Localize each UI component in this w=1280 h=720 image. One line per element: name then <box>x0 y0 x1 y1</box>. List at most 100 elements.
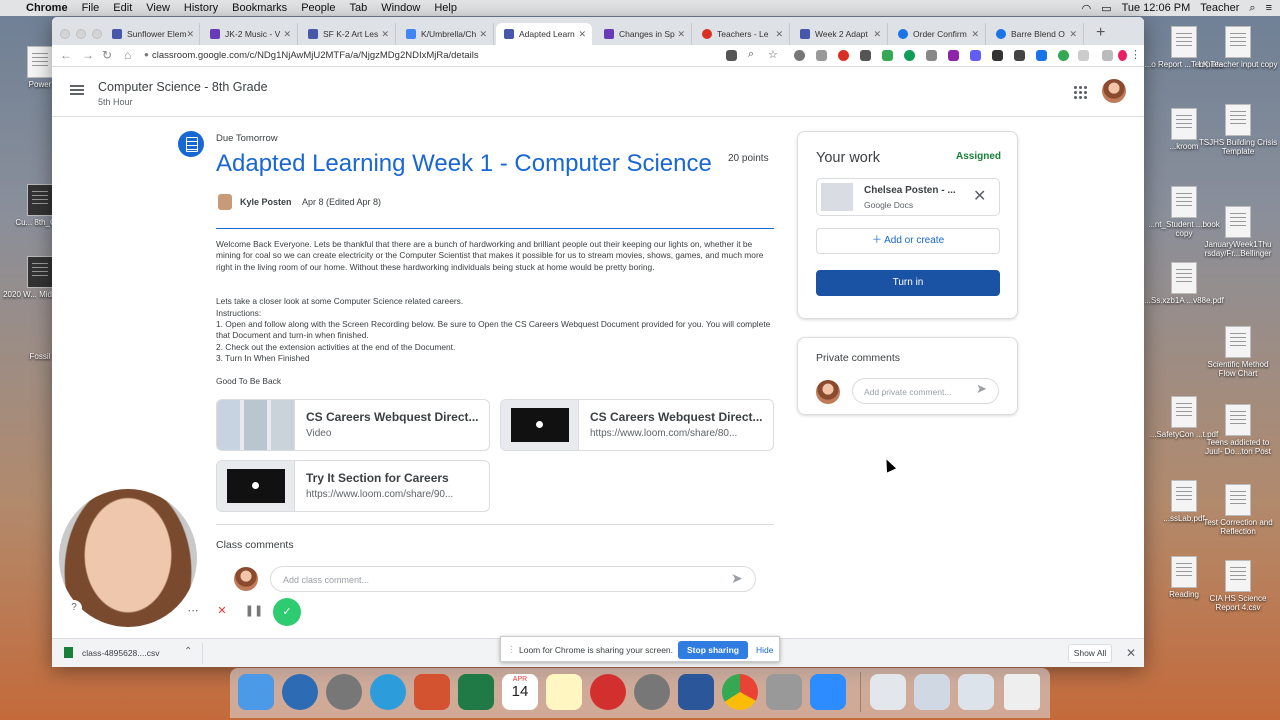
battery-icon[interactable]: ▭ <box>1101 2 1111 15</box>
tab-close-icon[interactable]: ✕ <box>873 29 881 40</box>
browser-tab[interactable]: Barre Blend O ✕ <box>988 23 1084 45</box>
tab-close-icon[interactable]: ✕ <box>283 29 291 40</box>
attachment-card[interactable]: CS Careers Webquest Direct... Video <box>216 399 490 451</box>
tab-close-icon[interactable]: ✕ <box>187 29 195 40</box>
app-icon[interactable] <box>282 674 318 710</box>
extension-icon[interactable] <box>794 50 805 61</box>
menu-history[interactable]: History <box>184 2 218 14</box>
menu-clock[interactable]: Tue 12:06 PM <box>1122 2 1191 14</box>
turn-in-button[interactable]: Turn in <box>816 270 1000 296</box>
powerpoint-icon[interactable] <box>414 674 450 710</box>
browser-tab[interactable]: Changes in Sp ✕ <box>596 23 692 45</box>
browser-tab[interactable]: Order Confirm ✕ <box>890 23 986 45</box>
extension-icon[interactable] <box>882 50 893 61</box>
browser-tab[interactable]: SF K-2 Art Les ✕ <box>300 23 396 45</box>
hide-button[interactable]: Hide <box>756 645 773 655</box>
lock-icon[interactable]: ● <box>144 50 149 59</box>
google-apps-icon[interactable] <box>1073 85 1087 99</box>
stop-sharing-button[interactable]: Stop sharing <box>678 641 748 659</box>
profile-icon[interactable] <box>1118 50 1127 61</box>
folder-stack-icon[interactable] <box>958 674 994 710</box>
word-icon[interactable] <box>678 674 714 710</box>
zoom-icon[interactable]: ⌕ <box>748 48 754 61</box>
trash-icon[interactable] <box>1004 674 1040 710</box>
browser-tab[interactable]: Week 2 Adapt ✕ <box>792 23 888 45</box>
desktop-icon[interactable]: Test Correction and Reflection <box>1198 484 1278 536</box>
tab-close-icon[interactable]: ✕ <box>971 29 979 40</box>
hamburger-menu-icon[interactable] <box>70 85 84 95</box>
menu-file[interactable]: File <box>82 2 100 14</box>
forward-icon[interactable]: → <box>82 48 94 62</box>
menu-window[interactable]: Window <box>381 2 420 14</box>
notes-icon[interactable] <box>546 674 582 710</box>
download-filename[interactable]: class-4895628....csv <box>82 648 159 658</box>
extension-icon[interactable] <box>1058 50 1069 61</box>
new-tab-icon[interactable]: + <box>1096 24 1105 42</box>
desktop-icon[interactable]: JanuaryWeek1Thu rsday/Fr...Bellinger <box>1198 206 1278 258</box>
tab-close-icon[interactable]: ✕ <box>479 29 487 40</box>
wifi-icon[interactable]: ◠ <box>1082 2 1092 15</box>
chrome-icon[interactable] <box>722 674 758 710</box>
desktop-icon[interactable]: ...Ss.xzb1A ...v88e.pdf <box>1144 262 1224 305</box>
extension-icon[interactable] <box>1036 50 1047 61</box>
documents-stack-icon[interactable] <box>914 674 950 710</box>
excel-icon[interactable] <box>458 674 494 710</box>
extension-icon[interactable] <box>1102 50 1113 61</box>
home-icon[interactable]: ⌂ <box>124 48 131 62</box>
drag-handle-icon[interactable]: ⋮ <box>507 644 516 655</box>
show-all-button[interactable]: Show All <box>1068 644 1112 663</box>
desktop-icon[interactable]: TSJHS Building Crisis Template <box>1198 104 1278 156</box>
menu-view[interactable]: View <box>146 2 170 14</box>
star-icon[interactable]: ☆ <box>768 48 778 61</box>
browser-tab[interactable]: JK-2 Music - V ✕ <box>202 23 298 45</box>
extension-icon[interactable] <box>992 50 1003 61</box>
downloads-stack-icon[interactable] <box>870 674 906 710</box>
browser-tab[interactable]: Sunflower Elem ✕ <box>104 23 200 45</box>
system-preferences-icon[interactable] <box>634 674 670 710</box>
extension-icon[interactable] <box>816 50 827 61</box>
preview-icon[interactable] <box>766 674 802 710</box>
chevron-up-icon[interactable]: ⌃ <box>184 646 192 657</box>
desktop-icon[interactable]: Scientific Method Flow Chart <box>1198 326 1278 378</box>
extension-icon[interactable] <box>838 50 849 61</box>
menu-edit[interactable]: Edit <box>113 2 132 14</box>
launchpad-icon[interactable] <box>326 674 362 710</box>
tab-close-icon[interactable]: ✕ <box>578 29 586 40</box>
browser-tab-active[interactable]: Adapted Learn ✕ <box>496 23 592 45</box>
window-controls[interactable] <box>60 26 108 44</box>
class-name[interactable]: Computer Science - 8th Grade <box>98 80 268 94</box>
help-icon[interactable]: ? <box>66 600 82 616</box>
account-avatar[interactable] <box>1102 79 1126 103</box>
attachment-card[interactable]: Try It Section for Careers https://www.l… <box>216 460 490 512</box>
url-field[interactable]: classroom.google.com/c/NDg1NjAwMjU2MTFa/… <box>152 50 479 61</box>
menu-dots-icon[interactable]: ⋮ <box>1130 48 1141 61</box>
send-icon[interactable]: ➤ <box>731 570 743 587</box>
send-icon[interactable]: ➤ <box>976 381 987 397</box>
calendar-icon[interactable]: APR 14 <box>502 674 538 710</box>
extension-icon[interactable] <box>1078 50 1089 61</box>
browser-tab[interactable]: K/Umbrella/Ch ✕ <box>398 23 494 45</box>
finish-recording-icon[interactable]: ✓ <box>273 598 301 626</box>
menu-people[interactable]: People <box>301 2 335 14</box>
menu-bookmarks[interactable]: Bookmarks <box>232 2 287 14</box>
tab-close-icon[interactable]: ✕ <box>677 29 685 40</box>
menu-list-icon[interactable]: ≡ <box>1266 2 1272 14</box>
close-icon[interactable]: ✕ <box>1126 646 1136 660</box>
extension-icon[interactable] <box>970 50 981 61</box>
menu-user[interactable]: Teacher <box>1200 2 1239 14</box>
remove-file-icon[interactable]: ✕ <box>973 186 986 206</box>
app-icon[interactable] <box>590 674 626 710</box>
reload-icon[interactable]: ↻ <box>102 48 112 62</box>
menu-help[interactable]: Help <box>434 2 457 14</box>
add-or-create-button[interactable]: ＋ Add or create <box>816 228 1000 254</box>
desktop-icon[interactable]: CIA HS Science Report 4.csv <box>1198 560 1278 612</box>
extension-icon[interactable] <box>926 50 937 61</box>
tab-close-icon[interactable]: ✕ <box>1069 29 1077 40</box>
attachment-card[interactable]: CS Careers Webquest Direct... https://ww… <box>500 399 774 451</box>
extension-icon[interactable] <box>860 50 871 61</box>
more-options-icon[interactable]: ⋯ <box>184 602 202 620</box>
menu-tab[interactable]: Tab <box>349 2 367 14</box>
browser-tab[interactable]: Teachers - Le ✕ <box>694 23 790 45</box>
extension-icon[interactable] <box>904 50 915 61</box>
class-comment-input[interactable]: Add class comment... <box>270 566 756 592</box>
